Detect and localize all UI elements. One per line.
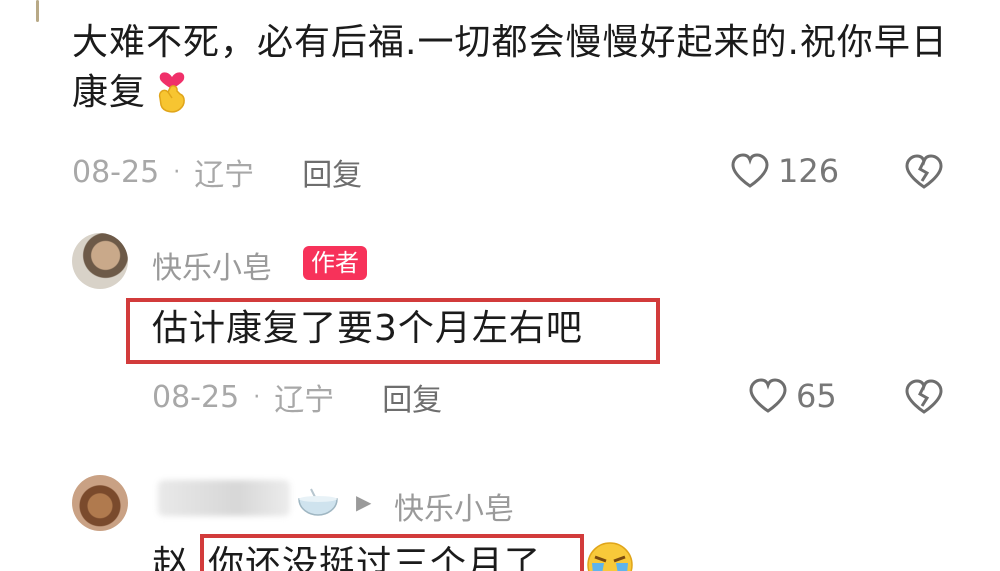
author-badge: 作者: [303, 246, 367, 280]
reply-button[interactable]: 回复: [382, 375, 442, 419]
comment-text: 大难不死，必有后福.一切都会慢慢好起来的.祝你早日康复: [72, 22, 948, 113]
sub-reply-text: 你还没挺过三个月了: [208, 544, 542, 571]
comment-location: 辽宁: [194, 158, 255, 193]
finger-heart-icon: [152, 68, 192, 114]
like-button[interactable]: 65: [748, 377, 837, 415]
comment-meta: 08-25 · 辽宁 回复: [72, 150, 362, 194]
reply-arrow-icon: ▶: [356, 490, 372, 514]
avatar[interactable]: [72, 475, 128, 531]
broken-heart-icon: [905, 154, 943, 189]
reply-meta: 08-25 · 辽宁 回复: [152, 375, 442, 419]
dislike-button[interactable]: [904, 379, 944, 415]
blurred-username: [158, 480, 290, 516]
like-count: 65: [796, 377, 837, 415]
heart-icon: [731, 153, 769, 188]
comment-thread: 大难不死，必有后福.一切都会慢慢好起来的.祝你早日康复 08-25 · 辽宁 回…: [0, 0, 1000, 571]
comment-date: 08-25: [72, 154, 160, 190]
reply-username[interactable]: 快乐小皂: [152, 243, 272, 287]
avatar[interactable]: [72, 233, 128, 289]
like-button[interactable]: 126: [730, 152, 839, 190]
reply-date: 08-25: [152, 379, 240, 415]
reply-to-username[interactable]: 快乐小皂: [394, 484, 514, 528]
broken-heart-icon: [905, 379, 943, 414]
reply-location: 辽宁: [274, 383, 335, 418]
heart-icon: [749, 378, 787, 413]
separator-dot: ·: [173, 159, 181, 185]
reply-button[interactable]: 回复: [302, 150, 362, 194]
reply-text: 估计康复了要3个月左右吧: [152, 308, 583, 349]
dislike-button[interactable]: [904, 154, 944, 190]
sub-reply-prefix: 赵: [152, 544, 190, 571]
separator-dot: ·: [253, 384, 261, 410]
edge-mark: [36, 0, 39, 22]
crying-face-icon: [586, 541, 634, 571]
like-count: 126: [778, 152, 840, 190]
bowl-icon: [297, 487, 339, 517]
comment-body: 大难不死，必有后福.一切都会慢慢好起来的.祝你早日康复: [72, 18, 952, 118]
